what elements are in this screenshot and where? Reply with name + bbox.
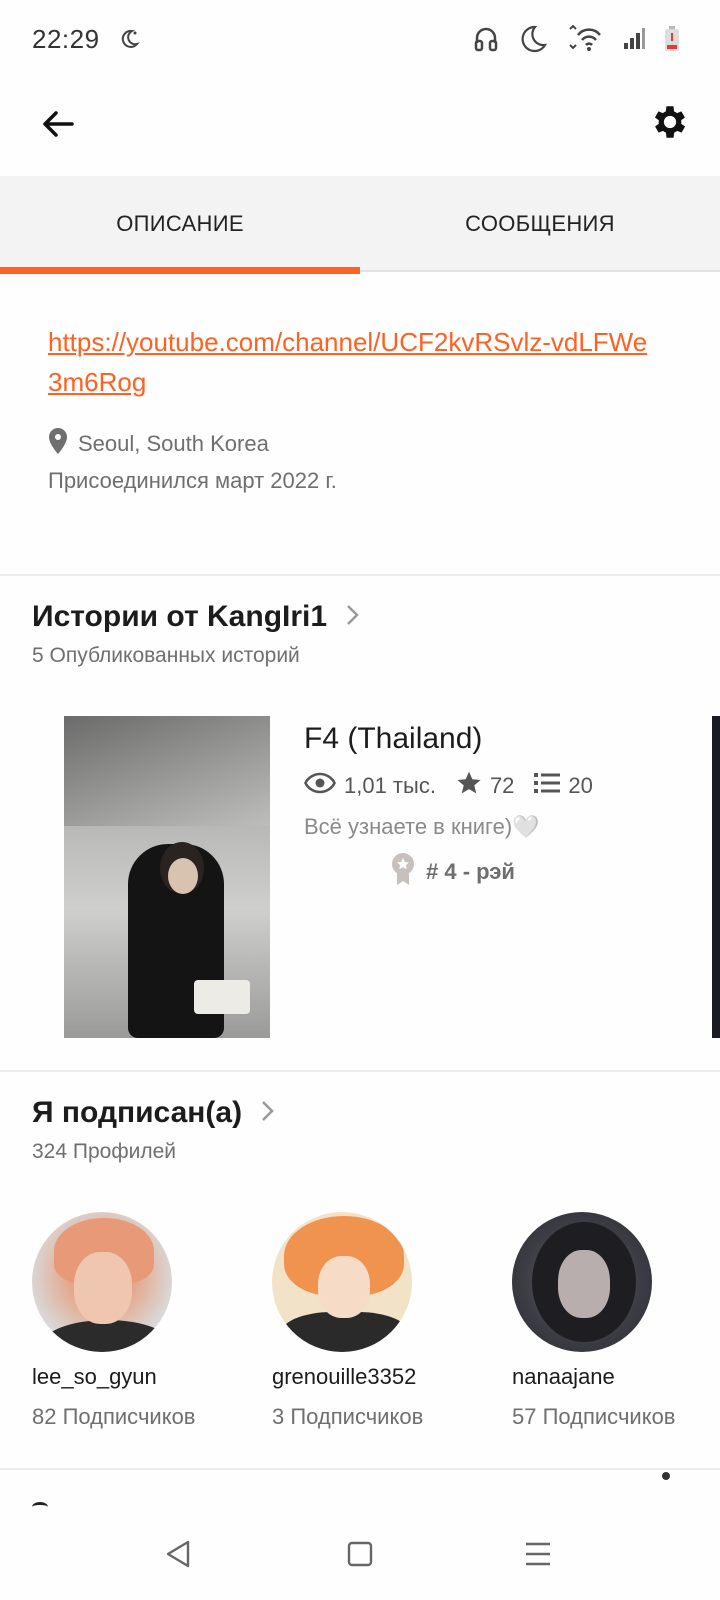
views-count: 1,01 тыс. [344, 773, 436, 798]
nav-home-button[interactable] [338, 1534, 382, 1578]
story-title[interactable]: F4 (Thailand) [304, 722, 482, 756]
following-title: Я подписан(а) [32, 1096, 243, 1129]
status-time: 22:29 [32, 24, 100, 54]
battery-icon [664, 26, 680, 57]
cover-background [64, 716, 270, 826]
status-bar: 22:29 [0, 0, 720, 80]
back-button[interactable] [30, 98, 86, 154]
avatar[interactable] [272, 1212, 412, 1352]
profile-card[interactable]: nanaajane 57 Подписчиков [512, 1212, 712, 1430]
tab-messages[interactable]: СООБЩЕНИЯ [360, 176, 720, 272]
profile-username[interactable]: lee_so_gyun [32, 1364, 232, 1390]
youtube-link[interactable]: https://youtube.com/channel/UCF2kvRSvlz-… [48, 322, 648, 402]
story-stats: 1,01 тыс. 72 20 [304, 770, 613, 802]
profile-followers: 3 Подписчиков [272, 1404, 424, 1429]
ribbon-badge-icon [390, 852, 416, 892]
next-story-cover[interactable] [712, 716, 720, 1038]
next-section-peek [0, 1472, 720, 1512]
following-section: Я подписан(а) 324 Профилей lee_so_gyun 8… [0, 1074, 720, 1470]
votes-stat: 72 [456, 770, 514, 802]
views-stat: 1,01 тыс. [304, 772, 436, 800]
stories-title: Истории от KangIri1 [32, 600, 328, 633]
joined-date: Присоединился март 2022 г. [48, 468, 337, 493]
back-nav-icon [164, 1539, 192, 1574]
nav-recents-button[interactable] [516, 1534, 560, 1578]
description-section: https://youtube.com/channel/UCF2kvRSvlz-… [0, 272, 720, 576]
system-nav-bar [0, 1512, 720, 1600]
toolbar [0, 80, 720, 176]
avatar[interactable] [32, 1212, 172, 1352]
headphones-icon [472, 25, 500, 58]
tab-description[interactable]: ОПИСАНИЕ [0, 176, 360, 274]
arrow-left-icon [40, 106, 76, 147]
profile-followers: 57 Подписчиков [512, 1404, 676, 1429]
moon-icon [518, 24, 548, 59]
gear-icon [649, 101, 691, 148]
stories-section: Истории от KangIri1 5 Опубликованных ист… [0, 578, 720, 1072]
chevron-right-icon [260, 1099, 274, 1128]
signal-icon [622, 27, 646, 56]
chevron-right-icon [345, 603, 359, 632]
night-mode-icon [118, 28, 140, 55]
recents-nav-icon [524, 1541, 552, 1572]
wifi-icon [566, 24, 604, 58]
star-icon [456, 770, 482, 802]
story-cover[interactable] [64, 716, 270, 1038]
stories-count: 5 Опубликованных историй [32, 644, 300, 667]
location-text: Seoul, South Korea [78, 431, 269, 456]
profile-card[interactable]: lee_so_gyun 82 Подписчиков [32, 1212, 232, 1430]
following-header[interactable]: Я подписан(а) [32, 1096, 274, 1130]
avatar[interactable] [512, 1212, 652, 1352]
nav-back-button[interactable] [156, 1534, 200, 1578]
rank-text: # 4 - рэй [426, 859, 515, 884]
profile-tabs: ОПИСАНИЕ СООБЩЕНИЯ [0, 176, 720, 274]
parts-stat: 20 [534, 772, 593, 800]
location-pin-icon [48, 428, 68, 460]
list-icon [534, 772, 561, 800]
story-description: Всё узнаете в книге)🤍 [304, 814, 540, 839]
following-count: 324 Профилей [32, 1140, 176, 1163]
profile-card[interactable]: grenouille3352 3 Подписчиков [272, 1212, 472, 1430]
votes-count: 72 [489, 773, 515, 798]
eye-icon [304, 772, 336, 800]
profile-username[interactable]: nanaajane [512, 1364, 712, 1390]
stories-header[interactable]: Истории от KangIri1 [32, 600, 359, 634]
location-row: Seoul, South Korea [48, 428, 269, 460]
status-icons [472, 24, 680, 59]
home-nav-icon [346, 1540, 374, 1573]
settings-button[interactable] [642, 96, 698, 152]
parts-count: 20 [568, 773, 593, 798]
profile-followers: 82 Подписчиков [32, 1404, 196, 1429]
story-rank[interactable]: # 4 - рэй [390, 852, 515, 892]
profile-username[interactable]: grenouille3352 [272, 1364, 472, 1390]
